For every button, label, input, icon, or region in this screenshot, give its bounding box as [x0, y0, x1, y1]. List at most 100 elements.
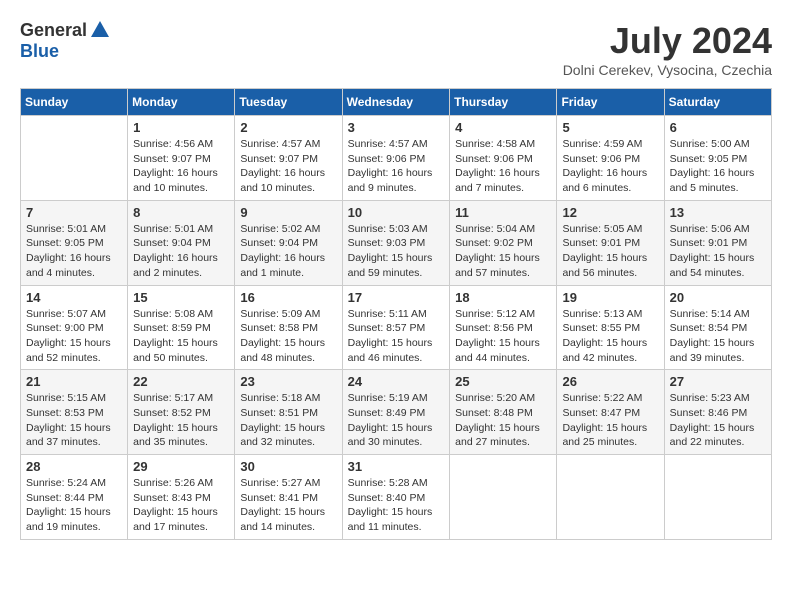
- logo-general-text: General: [20, 20, 87, 41]
- day-number: 15: [133, 290, 229, 305]
- calendar-cell: [664, 455, 771, 540]
- day-info: Sunrise: 5:27 AM Sunset: 8:41 PM Dayligh…: [240, 476, 336, 535]
- day-info: Sunrise: 5:06 AM Sunset: 9:01 PM Dayligh…: [670, 222, 766, 281]
- calendar-week-row: 7Sunrise: 5:01 AM Sunset: 9:05 PM Daylig…: [21, 200, 772, 285]
- calendar-cell: 14 Sunrise: 5:07 AM Sunset: 9:00 PM Dayli…: [21, 285, 128, 370]
- day-info: Sunrise: 5:02 AM Sunset: 9:04 PM Dayligh…: [240, 222, 336, 281]
- calendar-cell: 11Sunrise: 5:04 AM Sunset: 9:02 PM Dayli…: [450, 200, 557, 285]
- calendar-cell: 16 Sunrise: 5:09 AM Sunset: 8:58 PM Dayli…: [235, 285, 342, 370]
- day-number: 24: [348, 374, 445, 389]
- day-number: 30: [240, 459, 336, 474]
- day-info: Sunrise: 5:26 AM Sunset: 8:43 PM Dayligh…: [133, 476, 229, 535]
- day-number: 8: [133, 205, 229, 220]
- day-number: 1: [133, 120, 229, 135]
- day-info: Sunrise: 5:23 AM Sunset: 8:46 PM Dayligh…: [670, 391, 766, 450]
- calendar-header-row: SundayMondayTuesdayWednesdayThursdayFrid…: [21, 89, 772, 116]
- calendar-cell: 27 Sunrise: 5:23 AM Sunset: 8:46 PM Dayli…: [664, 370, 771, 455]
- calendar-day-header: Monday: [128, 89, 235, 116]
- day-number: 26: [562, 374, 658, 389]
- calendar-cell: [21, 116, 128, 201]
- day-info: Sunrise: 4:59 AM Sunset: 9:06 PM Dayligh…: [562, 137, 658, 196]
- day-info: Sunrise: 5:08 AM Sunset: 8:59 PM Dayligh…: [133, 307, 229, 366]
- calendar-cell: [450, 455, 557, 540]
- day-number: 29: [133, 459, 229, 474]
- calendar-cell: 28 Sunrise: 5:24 AM Sunset: 8:44 PM Dayli…: [21, 455, 128, 540]
- calendar-cell: 2 Sunrise: 4:57 AM Sunset: 9:07 PM Daylig…: [235, 116, 342, 201]
- calendar-cell: 12 Sunrise: 5:05 AM Sunset: 9:01 PM Dayli…: [557, 200, 664, 285]
- calendar-cell: 17 Sunrise: 5:11 AM Sunset: 8:57 PM Dayli…: [342, 285, 450, 370]
- calendar-cell: 6 Sunrise: 5:00 AM Sunset: 9:05 PM Daylig…: [664, 116, 771, 201]
- calendar-cell: [557, 455, 664, 540]
- calendar-cell: 22Sunrise: 5:17 AM Sunset: 8:52 PM Dayli…: [128, 370, 235, 455]
- day-number: 10: [348, 205, 445, 220]
- day-info: Sunrise: 5:22 AM Sunset: 8:47 PM Dayligh…: [562, 391, 658, 450]
- day-number: 2: [240, 120, 336, 135]
- calendar-day-header: Thursday: [450, 89, 557, 116]
- day-number: 14: [26, 290, 122, 305]
- calendar-day-header: Saturday: [664, 89, 771, 116]
- day-info: Sunrise: 5:03 AM Sunset: 9:03 PM Dayligh…: [348, 222, 445, 281]
- day-number: 19: [562, 290, 658, 305]
- day-number: 23: [240, 374, 336, 389]
- logo-icon: [89, 19, 111, 41]
- day-info: Sunrise: 5:07 AM Sunset: 9:00 PM Dayligh…: [26, 307, 122, 366]
- day-info: Sunrise: 5:17 AM Sunset: 8:52 PM Dayligh…: [133, 391, 229, 450]
- day-number: 18: [455, 290, 551, 305]
- day-info: Sunrise: 5:18 AM Sunset: 8:51 PM Dayligh…: [240, 391, 336, 450]
- day-info: Sunrise: 5:09 AM Sunset: 8:58 PM Dayligh…: [240, 307, 336, 366]
- calendar-cell: 20Sunrise: 5:14 AM Sunset: 8:54 PM Dayli…: [664, 285, 771, 370]
- day-number: 13: [670, 205, 766, 220]
- location: Dolni Cerekev, Vysocina, Czechia: [563, 62, 772, 78]
- day-info: Sunrise: 5:24 AM Sunset: 8:44 PM Dayligh…: [26, 476, 122, 535]
- day-number: 12: [562, 205, 658, 220]
- calendar-cell: 10 Sunrise: 5:03 AM Sunset: 9:03 PM Dayli…: [342, 200, 450, 285]
- day-info: Sunrise: 5:11 AM Sunset: 8:57 PM Dayligh…: [348, 307, 445, 366]
- day-info: Sunrise: 5:01 AM Sunset: 9:04 PM Dayligh…: [133, 222, 229, 281]
- day-info: Sunrise: 5:14 AM Sunset: 8:54 PM Dayligh…: [670, 307, 766, 366]
- month-title: July 2024: [563, 20, 772, 62]
- calendar-cell: 15 Sunrise: 5:08 AM Sunset: 8:59 PM Dayli…: [128, 285, 235, 370]
- calendar-day-header: Tuesday: [235, 89, 342, 116]
- day-info: Sunrise: 5:19 AM Sunset: 8:49 PM Dayligh…: [348, 391, 445, 450]
- day-info: Sunrise: 5:00 AM Sunset: 9:05 PM Dayligh…: [670, 137, 766, 196]
- calendar-day-header: Wednesday: [342, 89, 450, 116]
- calendar-cell: 30 Sunrise: 5:27 AM Sunset: 8:41 PM Dayli…: [235, 455, 342, 540]
- calendar-cell: 1Sunrise: 4:56 AM Sunset: 9:07 PM Daylig…: [128, 116, 235, 201]
- day-info: Sunrise: 4:57 AM Sunset: 9:06 PM Dayligh…: [348, 137, 445, 196]
- page-header: General Blue July 2024 Dolni Cerekev, Vy…: [20, 20, 772, 78]
- day-number: 4: [455, 120, 551, 135]
- calendar-cell: 18 Sunrise: 5:12 AM Sunset: 8:56 PM Dayli…: [450, 285, 557, 370]
- day-number: 3: [348, 120, 445, 135]
- calendar-cell: 7Sunrise: 5:01 AM Sunset: 9:05 PM Daylig…: [21, 200, 128, 285]
- calendar-day-header: Sunday: [21, 89, 128, 116]
- calendar-cell: 26 Sunrise: 5:22 AM Sunset: 8:47 PM Dayli…: [557, 370, 664, 455]
- day-info: Sunrise: 5:20 AM Sunset: 8:48 PM Dayligh…: [455, 391, 551, 450]
- calendar-cell: 24 Sunrise: 5:19 AM Sunset: 8:49 PM Dayli…: [342, 370, 450, 455]
- calendar-cell: 13 Sunrise: 5:06 AM Sunset: 9:01 PM Dayli…: [664, 200, 771, 285]
- day-info: Sunrise: 5:12 AM Sunset: 8:56 PM Dayligh…: [455, 307, 551, 366]
- day-number: 17: [348, 290, 445, 305]
- calendar-cell: 25 Sunrise: 5:20 AM Sunset: 8:48 PM Dayli…: [450, 370, 557, 455]
- day-number: 6: [670, 120, 766, 135]
- day-number: 27: [670, 374, 766, 389]
- calendar-cell: 8 Sunrise: 5:01 AM Sunset: 9:04 PM Daylig…: [128, 200, 235, 285]
- day-number: 16: [240, 290, 336, 305]
- logo-blue-text: Blue: [20, 41, 59, 61]
- calendar-cell: 29 Sunrise: 5:26 AM Sunset: 8:43 PM Dayli…: [128, 455, 235, 540]
- calendar-cell: 9Sunrise: 5:02 AM Sunset: 9:04 PM Daylig…: [235, 200, 342, 285]
- day-number: 31: [348, 459, 445, 474]
- day-info: Sunrise: 5:05 AM Sunset: 9:01 PM Dayligh…: [562, 222, 658, 281]
- day-info: Sunrise: 5:01 AM Sunset: 9:05 PM Dayligh…: [26, 222, 122, 281]
- day-number: 25: [455, 374, 551, 389]
- calendar-cell: 4Sunrise: 4:58 AM Sunset: 9:06 PM Daylig…: [450, 116, 557, 201]
- calendar-cell: 3 Sunrise: 4:57 AM Sunset: 9:06 PM Daylig…: [342, 116, 450, 201]
- day-info: Sunrise: 4:57 AM Sunset: 9:07 PM Dayligh…: [240, 137, 336, 196]
- day-number: 28: [26, 459, 122, 474]
- day-info: Sunrise: 5:04 AM Sunset: 9:02 PM Dayligh…: [455, 222, 551, 281]
- calendar-cell: 23 Sunrise: 5:18 AM Sunset: 8:51 PM Dayli…: [235, 370, 342, 455]
- logo: General Blue: [20, 20, 111, 62]
- day-info: Sunrise: 5:15 AM Sunset: 8:53 PM Dayligh…: [26, 391, 122, 450]
- day-info: Sunrise: 5:13 AM Sunset: 8:55 PM Dayligh…: [562, 307, 658, 366]
- calendar-week-row: 1Sunrise: 4:56 AM Sunset: 9:07 PM Daylig…: [21, 116, 772, 201]
- calendar-cell: 31Sunrise: 5:28 AM Sunset: 8:40 PM Dayli…: [342, 455, 450, 540]
